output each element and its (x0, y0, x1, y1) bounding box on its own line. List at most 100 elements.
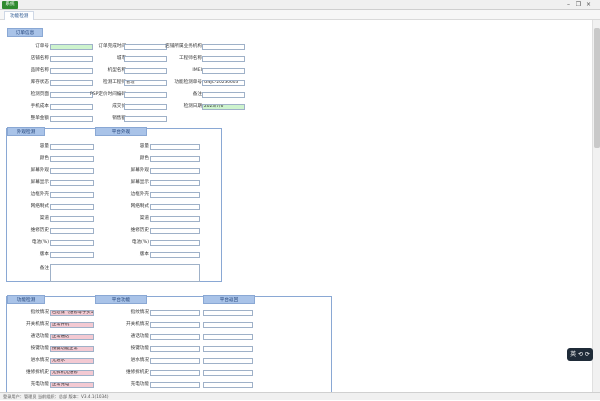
order-field[interactable] (124, 104, 167, 110)
system-menu-button[interactable]: 系统 (2, 1, 18, 9)
appearance-left-field[interactable] (50, 204, 94, 210)
ime-toolbar[interactable]: 英 ⟲ ⟳ (567, 348, 593, 361)
function-platform-label: 进水情况 (130, 358, 149, 363)
appearance-right-field[interactable] (150, 204, 200, 210)
appearance-platform-label: 电池(%) (131, 240, 149, 245)
appearance-right-field[interactable] (150, 240, 200, 246)
order-field[interactable] (202, 68, 245, 74)
function-platform-label: 充电功能 (130, 382, 149, 387)
order-field[interactable]: 管理 (124, 80, 167, 86)
order-field[interactable] (202, 44, 245, 50)
order-label: 备注 (192, 92, 202, 97)
function-platform-label: 开关机情况 (126, 322, 149, 327)
tab-strip: 功能检测 (0, 10, 600, 20)
function-platform-field[interactable] (150, 346, 200, 352)
appearance-label: 版本 (39, 252, 49, 257)
appearance-platform-label: 版本 (139, 252, 149, 257)
function-label: 按键功能 (30, 346, 49, 351)
order-label: 店铺所属业务机构 (165, 44, 202, 49)
appearance-left-field[interactable] (50, 168, 94, 174)
order-label: 订单完成时间 (98, 44, 126, 49)
order-field[interactable] (202, 92, 245, 98)
order-field[interactable] (124, 56, 167, 62)
function-return-field[interactable] (203, 358, 253, 364)
appearance-left-field[interactable] (50, 240, 94, 246)
function-return-field[interactable] (203, 346, 253, 352)
remark-field[interactable] (50, 264, 200, 282)
function-platform-field[interactable] (150, 370, 200, 376)
appearance-right-field[interactable] (150, 228, 200, 234)
order-label: IMEI (192, 68, 202, 73)
order-field[interactable] (124, 116, 167, 122)
appearance-right-field[interactable] (150, 180, 200, 186)
function-platform-field[interactable] (150, 358, 200, 364)
appearance-right-field[interactable] (150, 192, 200, 198)
appearance-left-field[interactable] (50, 252, 94, 258)
function-platform-field[interactable] (150, 322, 200, 328)
appearance-label: 维修历史 (30, 228, 49, 233)
minimize-icon[interactable]: – (564, 1, 573, 9)
title-bar: 系统 – ❐ × (0, 0, 600, 10)
appearance-label: 屏幕外观 (30, 168, 49, 173)
appearance-left-field[interactable] (50, 192, 94, 198)
appearance-platform-label: 屏幕外观 (130, 168, 149, 173)
appearance-left-field[interactable] (50, 228, 94, 234)
appearance-right-field[interactable] (150, 168, 200, 174)
function-left-field[interactable]: 正常充电 (50, 382, 94, 388)
appearance-left-field[interactable] (50, 144, 94, 150)
appearance-right-field[interactable] (150, 144, 200, 150)
vertical-scrollbar[interactable] (592, 20, 600, 392)
appearance-label: 容量 (39, 144, 49, 149)
order-label: 销售额 (112, 116, 126, 121)
function-left-field[interactable]: 无拆机无维修 (50, 370, 94, 376)
remark-label: 备注 (39, 266, 49, 271)
order-field[interactable] (124, 44, 167, 50)
order-label: 城市 (116, 56, 126, 61)
order-field[interactable]: 2023/7/6 (202, 104, 245, 110)
function-left-field[interactable]: 正常开机 (50, 322, 94, 328)
scroll-thumb[interactable] (594, 28, 600, 148)
function-left-field[interactable]: 已过保（维修等于买1月） (50, 310, 94, 316)
order-field[interactable] (124, 92, 167, 98)
order-field[interactable]: GNJC-20230603 (202, 80, 245, 86)
appearance-platform-label: 渠道 (139, 216, 149, 221)
function-platform-field[interactable] (150, 310, 200, 316)
appearance-label: 边框外壳 (30, 192, 49, 197)
appearance-platform-label: 屏幕显示 (130, 180, 149, 185)
function-return-field[interactable] (203, 322, 253, 328)
order-section-header: 订单信息 (7, 28, 43, 37)
appearance-right-field[interactable] (150, 156, 200, 162)
function-left-field[interactable]: 按键功能正常 (50, 346, 94, 352)
appearance-right-field[interactable] (150, 252, 200, 258)
order-label: 检测工程师 (103, 80, 126, 85)
order-field[interactable] (202, 56, 245, 62)
status-bar: 登录用户：管理员 当前组织：总部 版本：V3.4.1(1034) (0, 392, 600, 400)
function-return-field[interactable] (203, 310, 253, 316)
close-icon[interactable]: × (584, 1, 593, 9)
function-label: 开关机情况 (26, 322, 49, 327)
function-platform-field[interactable] (150, 334, 200, 340)
function-platform-field[interactable] (150, 382, 200, 388)
appearance-label: 网络制式 (30, 204, 49, 209)
appearance-left-field[interactable] (50, 180, 94, 186)
function-return-field[interactable] (203, 370, 253, 376)
function-left-field[interactable]: 正常通话 (50, 334, 94, 340)
function-label: 维修拆机史 (26, 370, 49, 375)
order-label: PSP定价时间编码 (89, 92, 126, 97)
appearance-right-header: 平台外观 (95, 127, 147, 136)
order-field[interactable] (124, 68, 167, 74)
appearance-platform-label: 边框外壳 (130, 192, 149, 197)
appearance-right-field[interactable] (150, 216, 200, 222)
appearance-left-field[interactable] (50, 156, 94, 162)
tab-function-check[interactable]: 功能检测 (4, 11, 35, 20)
function-platform-label: 按键功能 (130, 346, 149, 351)
order-label: 整单金额 (30, 116, 49, 121)
function-left-field[interactable]: 无进水 (50, 358, 94, 364)
order-label: 库存状态 (30, 80, 49, 85)
appearance-left-field[interactable] (50, 216, 94, 222)
order-label: 手机成本 (30, 104, 49, 109)
restore-icon[interactable]: ❐ (574, 1, 583, 9)
function-return-field[interactable] (203, 334, 253, 340)
function-middle-header: 平台功能 (95, 295, 147, 304)
function-return-field[interactable] (203, 382, 253, 388)
